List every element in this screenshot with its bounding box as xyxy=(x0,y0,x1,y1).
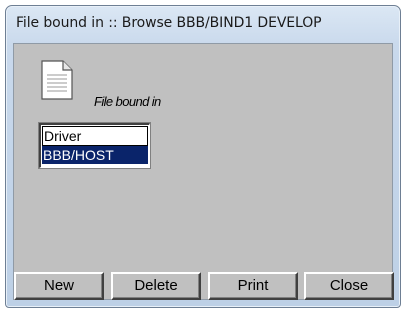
list-header-driver[interactable]: Driver xyxy=(42,126,148,146)
list-item-selected[interactable]: BBB/HOST xyxy=(42,146,148,164)
print-button[interactable]: Print xyxy=(208,272,298,300)
dialog-window: File bound in :: Browse BBB/BIND1 DEVELO… xyxy=(5,5,401,308)
file-listbox[interactable]: Driver BBB/HOST xyxy=(38,122,151,169)
file-bound-in-label: File bound in xyxy=(94,94,161,109)
delete-button[interactable]: Delete xyxy=(111,272,201,300)
window-title: File bound in :: Browse BBB/BIND1 DEVELO… xyxy=(16,15,322,31)
button-bar: New Delete Print Close xyxy=(14,272,394,300)
dialog-client-area: File bound in Driver BBB/HOST xyxy=(13,43,393,300)
close-button[interactable]: Close xyxy=(304,272,394,300)
title-bar[interactable]: File bound in :: Browse BBB/BIND1 DEVELO… xyxy=(6,6,400,42)
document-icon xyxy=(41,60,73,100)
new-button[interactable]: New xyxy=(14,272,104,300)
